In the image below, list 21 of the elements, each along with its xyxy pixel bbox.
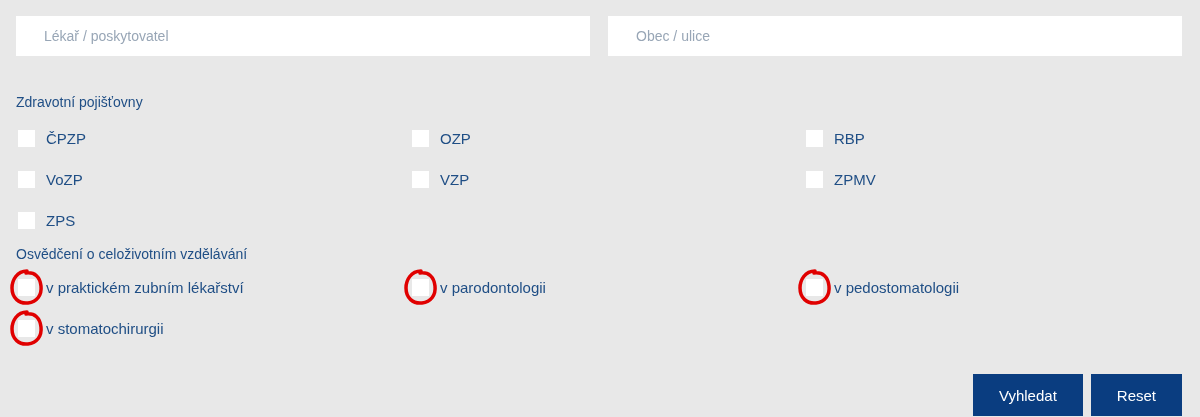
search-field[interactable]: Obec / ulice bbox=[608, 16, 1182, 56]
checkbox-label[interactable]: ZPS bbox=[46, 212, 76, 229]
checkbox-label[interactable]: VoZP bbox=[46, 171, 83, 188]
checkbox[interactable] bbox=[18, 279, 35, 296]
checkbox-label[interactable]: v stomatochirurgii bbox=[46, 320, 164, 337]
checkbox-label[interactable]: RBP bbox=[834, 130, 865, 147]
search-button[interactable]: Vyhledat bbox=[973, 374, 1083, 416]
checkbox-label[interactable]: v praktickém zubním lékařství bbox=[46, 279, 244, 296]
section-heading: Osvědčení o celoživotním vzdělávání bbox=[16, 246, 248, 262]
checkbox[interactable] bbox=[18, 320, 35, 337]
section-heading: Zdravotní pojišťovny bbox=[16, 94, 143, 110]
checkbox-label[interactable]: ZPMV bbox=[834, 171, 876, 188]
checkbox-label[interactable]: OZP bbox=[440, 130, 471, 147]
checkbox-label[interactable]: ČPZP bbox=[46, 130, 86, 147]
checkbox-label[interactable]: v parodontologii bbox=[440, 279, 546, 296]
reset-button[interactable]: Reset bbox=[1090, 374, 1182, 416]
checkbox[interactable] bbox=[412, 279, 429, 296]
checkbox[interactable] bbox=[806, 279, 823, 296]
checkbox-label[interactable]: v pedostomatologii bbox=[834, 279, 960, 296]
search-field[interactable]: Lékař / poskytovatel bbox=[16, 16, 590, 56]
checkbox-label[interactable]: VZP bbox=[440, 171, 470, 188]
